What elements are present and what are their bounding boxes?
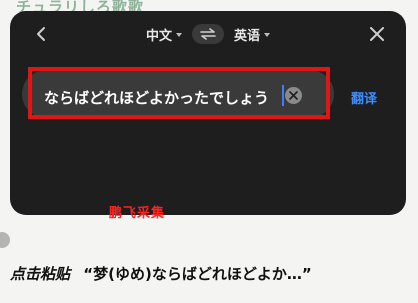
caption-quote: “梦(ゆめ)ならばどれほどよか…” [83,265,312,283]
screenshot-root: チュラリしろ歌歌 中文 英语 ならばどれほどよかったでしょう 翻译 鹏飞采集 点… [0,0,418,303]
gray-circle-decoration [0,232,10,248]
swap-arrows-icon [200,28,216,40]
close-button[interactable] [366,23,388,45]
swap-languages-button[interactable] [192,24,224,44]
translate-panel: 中文 英语 ならばどれほどよかったでしょう 翻译 鹏飞采集 [10,11,406,221]
translate-button[interactable]: 翻译 [351,88,377,107]
target-language-dropdown[interactable]: 英语 [234,25,271,44]
chevron-down-icon [176,32,182,37]
caption-action-label: 点击粘贴 [10,265,71,283]
clear-icon [289,91,298,100]
source-language-dropdown[interactable]: 中文 [146,25,182,44]
clear-input-button[interactable] [285,87,302,104]
language-selector-bar: 中文 英语 [10,21,406,47]
target-language-label: 英语 [234,28,261,44]
text-cursor [282,85,284,106]
caption-line: 点击粘贴 “梦(ゆめ)ならばどれほどよか…” [10,263,312,284]
source-language-label: 中文 [145,28,172,44]
chevron-down-icon [264,32,271,37]
watermark-text: 鹏飞采集 [109,206,166,221]
input-text-value[interactable]: ならばどれほどよかったでしょう [44,87,269,108]
close-icon [370,27,384,41]
